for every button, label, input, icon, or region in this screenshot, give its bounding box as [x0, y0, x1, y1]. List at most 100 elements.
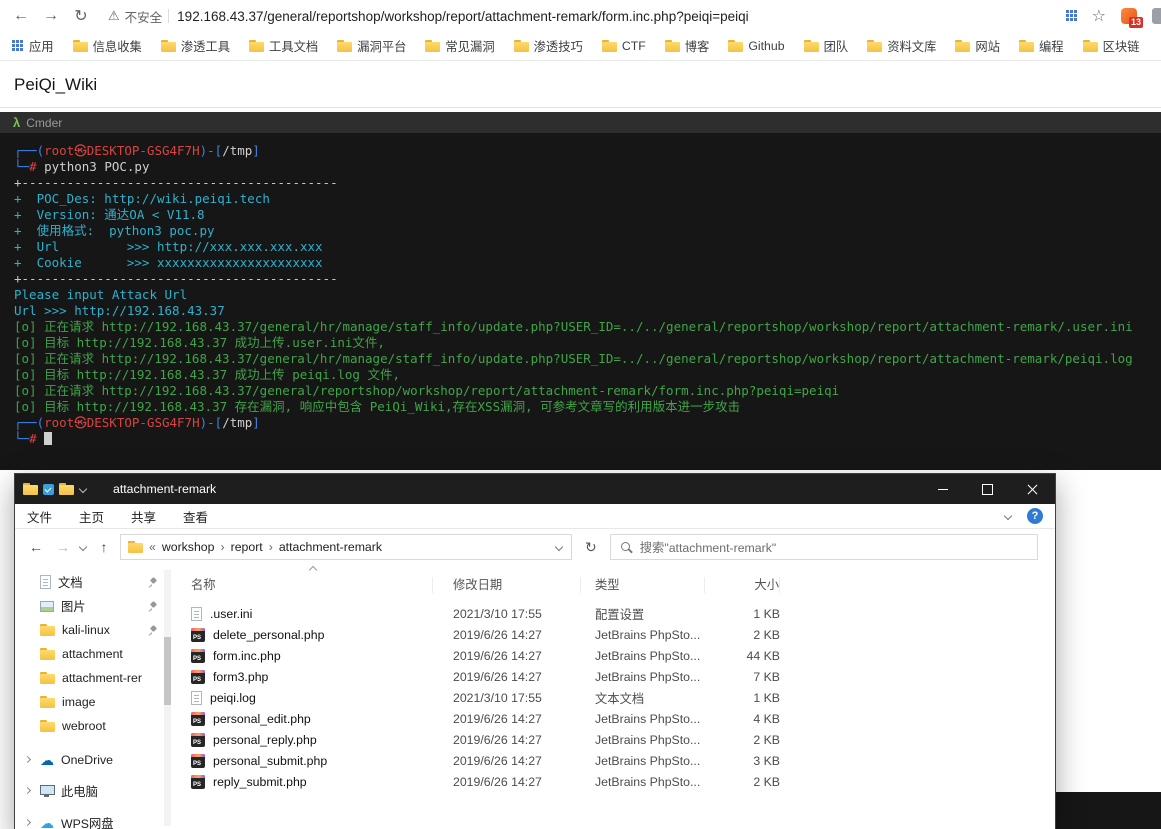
- breadcrumb-segment[interactable]: report: [231, 540, 263, 554]
- bookmark-star-icon[interactable]: ☆: [1092, 6, 1106, 26]
- breadcrumb: « workshop › report › attachment-remark: [149, 540, 549, 554]
- back-button[interactable]: ←: [8, 3, 34, 29]
- sidebar-indent: [23, 601, 33, 611]
- recent-locations-chevron-icon[interactable]: [79, 543, 88, 552]
- column-header-name[interactable]: 名称: [175, 577, 433, 593]
- file-name: delete_personal.php: [213, 627, 325, 642]
- bookmark-item[interactable]: 团队: [803, 37, 848, 55]
- file-name-cell: .user.ini: [175, 606, 433, 621]
- file-row[interactable]: .user.ini 2021/3/10 17:55 配置设置 1 KB: [175, 603, 1055, 624]
- file-size: 2 KB: [753, 732, 780, 747]
- bookmark-item[interactable]: 资料文库: [867, 37, 936, 55]
- bookmark-item[interactable]: 编程: [1019, 37, 1064, 55]
- folder-icon: [955, 40, 971, 52]
- column-header-type[interactable]: 类型: [581, 577, 705, 593]
- file-row[interactable]: reply_submit.php 2019/6/26 14:27 JetBrains…: [175, 771, 1055, 792]
- explorer-forward-button[interactable]: →: [52, 539, 74, 555]
- menu-tab-view[interactable]: 查看: [183, 507, 208, 526]
- help-icon[interactable]: ?: [1027, 508, 1043, 524]
- file-date: 2019/6/26 14:27: [453, 774, 542, 789]
- breadcrumb-overflow-icon[interactable]: «: [149, 540, 156, 554]
- expand-ribbon-chevron-icon[interactable]: [1004, 512, 1013, 521]
- expand-chevron-icon[interactable]: [23, 818, 33, 828]
- security-warning-icon[interactable]: ⚠: [108, 8, 120, 24]
- bookmark-item[interactable]: 区块链: [1082, 37, 1140, 55]
- file-row[interactable]: personal_reply.php 2019/6/26 14:27 JetBrai…: [175, 729, 1055, 750]
- sidebar-item[interactable]: kali-linux: [15, 618, 175, 642]
- file-date: 2019/6/26 14:27: [453, 627, 542, 642]
- bookmark-label: CTF: [621, 39, 646, 53]
- proxy-extension-icon[interactable]: 13: [1120, 7, 1143, 28]
- file-row[interactable]: personal_edit.php 2019/6/26 14:27 JetBrain…: [175, 708, 1055, 729]
- bookmark-item[interactable]: 渗透技巧: [513, 37, 583, 55]
- properties-icon[interactable]: [43, 483, 54, 495]
- refresh-button[interactable]: ↻: [68, 3, 94, 29]
- file-size: 3 KB: [753, 753, 780, 768]
- menu-tab-share[interactable]: 共享: [131, 507, 156, 526]
- file-date: 2021/3/10 17:55: [453, 606, 542, 621]
- cmder-tab[interactable]: λ Cmder: [0, 112, 1161, 133]
- bookmark-item[interactable]: 渗透工具: [160, 37, 230, 55]
- expand-chevron-icon[interactable]: [23, 786, 33, 796]
- explorer-titlebar[interactable]: attachment-remark: [15, 474, 1055, 504]
- address-bar[interactable]: « workshop › report › attachment-remark: [120, 534, 572, 560]
- bookmark-item[interactable]: 应用: [12, 37, 54, 55]
- breadcrumb-segment[interactable]: workshop: [162, 540, 215, 554]
- sort-ascending-icon[interactable]: [295, 566, 331, 573]
- sidebar-item[interactable]: ☁ OneDrive: [15, 748, 175, 772]
- close-button[interactable]: [1010, 474, 1055, 504]
- apps-grid-icon[interactable]: [1065, 10, 1078, 22]
- bookmark-item[interactable]: Github: [728, 39, 785, 53]
- sidebar-item[interactable]: webroot: [15, 714, 175, 738]
- forward-button[interactable]: →: [38, 3, 64, 29]
- expand-chevron-icon[interactable]: [23, 755, 33, 765]
- minimize-button[interactable]: [920, 474, 965, 504]
- file-row[interactable]: delete_personal.php 2019/6/26 14:27 JetBra…: [175, 624, 1055, 645]
- sidebar-item[interactable]: 文档: [15, 570, 175, 594]
- bookmark-item[interactable]: 网站: [955, 37, 1000, 55]
- breadcrumb-separator-icon[interactable]: ›: [269, 540, 273, 554]
- sidebar-item[interactable]: attachment: [15, 642, 175, 666]
- file-date: 2019/6/26 14:27: [453, 648, 542, 663]
- sidebar-item[interactable]: ☁ WPS网盘: [15, 811, 175, 829]
- column-header-date[interactable]: 修改日期: [433, 577, 581, 593]
- explorer-up-button[interactable]: ↑: [93, 539, 115, 555]
- new-folder-icon[interactable]: [59, 483, 74, 495]
- menu-tab-home[interactable]: 主页: [79, 507, 104, 526]
- sidebar-item-label: WPS网盘: [61, 817, 114, 829]
- terminal-line: Url >>> http://192.168.43.37: [14, 303, 225, 318]
- url-text[interactable]: 192.168.43.37/general/reportshop/worksho…: [177, 9, 748, 24]
- folder-icon: [337, 40, 353, 52]
- sidebar-item[interactable]: 此电脑: [15, 779, 175, 803]
- file-row[interactable]: form.inc.php 2019/6/26 14:27 JetBrains Php…: [175, 645, 1055, 666]
- sidebar-item[interactable]: image: [15, 690, 175, 714]
- file-row[interactable]: form3.php 2019/6/26 14:27 JetBrains PhpSto…: [175, 666, 1055, 687]
- url-bar[interactable]: ⚠ 不安全 192.168.43.37/general/reportshop/w…: [98, 2, 1052, 30]
- menu-tab-file[interactable]: 文件: [27, 507, 52, 526]
- breadcrumb-separator-icon[interactable]: ›: [220, 540, 224, 554]
- address-dropdown-chevron-icon[interactable]: [555, 543, 564, 552]
- folder-icon: [40, 672, 55, 684]
- bookmark-item[interactable]: 博客: [664, 37, 709, 55]
- file-row[interactable]: personal_submit.php 2019/6/26 14:27 JetBra…: [175, 750, 1055, 771]
- bookmark-item[interactable]: CTF: [601, 39, 646, 53]
- cropped-extension-icon[interactable]: [1152, 8, 1161, 24]
- breadcrumb-segment[interactable]: attachment-remark: [279, 540, 382, 554]
- file-name-cell: peiqi.log: [175, 690, 433, 705]
- bookmark-item[interactable]: 常见漏洞: [425, 37, 495, 55]
- explorer-back-button[interactable]: ←: [25, 539, 47, 555]
- file-row[interactable]: peiqi.log 2021/3/10 17:55 文本文档 1 KB: [175, 687, 1055, 708]
- terminal-output[interactable]: ┌──(root㉿DESKTOP-GSG4F7H)-[/tmp] └─# pyth…: [0, 133, 1161, 470]
- explorer-refresh-button[interactable]: ↻: [585, 539, 597, 556]
- column-header-size[interactable]: 大小: [705, 577, 780, 593]
- bookmark-item[interactable]: 信息收集: [72, 37, 142, 55]
- terminal-line: +---------------------------------------…: [14, 175, 338, 190]
- sidebar-scrollbar-thumb[interactable]: [164, 637, 171, 705]
- search-box[interactable]: 搜索"attachment-remark": [609, 534, 1038, 560]
- sidebar-item[interactable]: attachment-rer: [15, 666, 175, 690]
- customize-toolbar-chevron-icon[interactable]: [79, 485, 87, 493]
- bookmark-item[interactable]: 漏洞平台: [337, 37, 406, 55]
- sidebar-item[interactable]: 图片: [15, 594, 175, 618]
- bookmark-item[interactable]: 工具文档: [249, 37, 318, 55]
- maximize-button[interactable]: [965, 474, 1010, 504]
